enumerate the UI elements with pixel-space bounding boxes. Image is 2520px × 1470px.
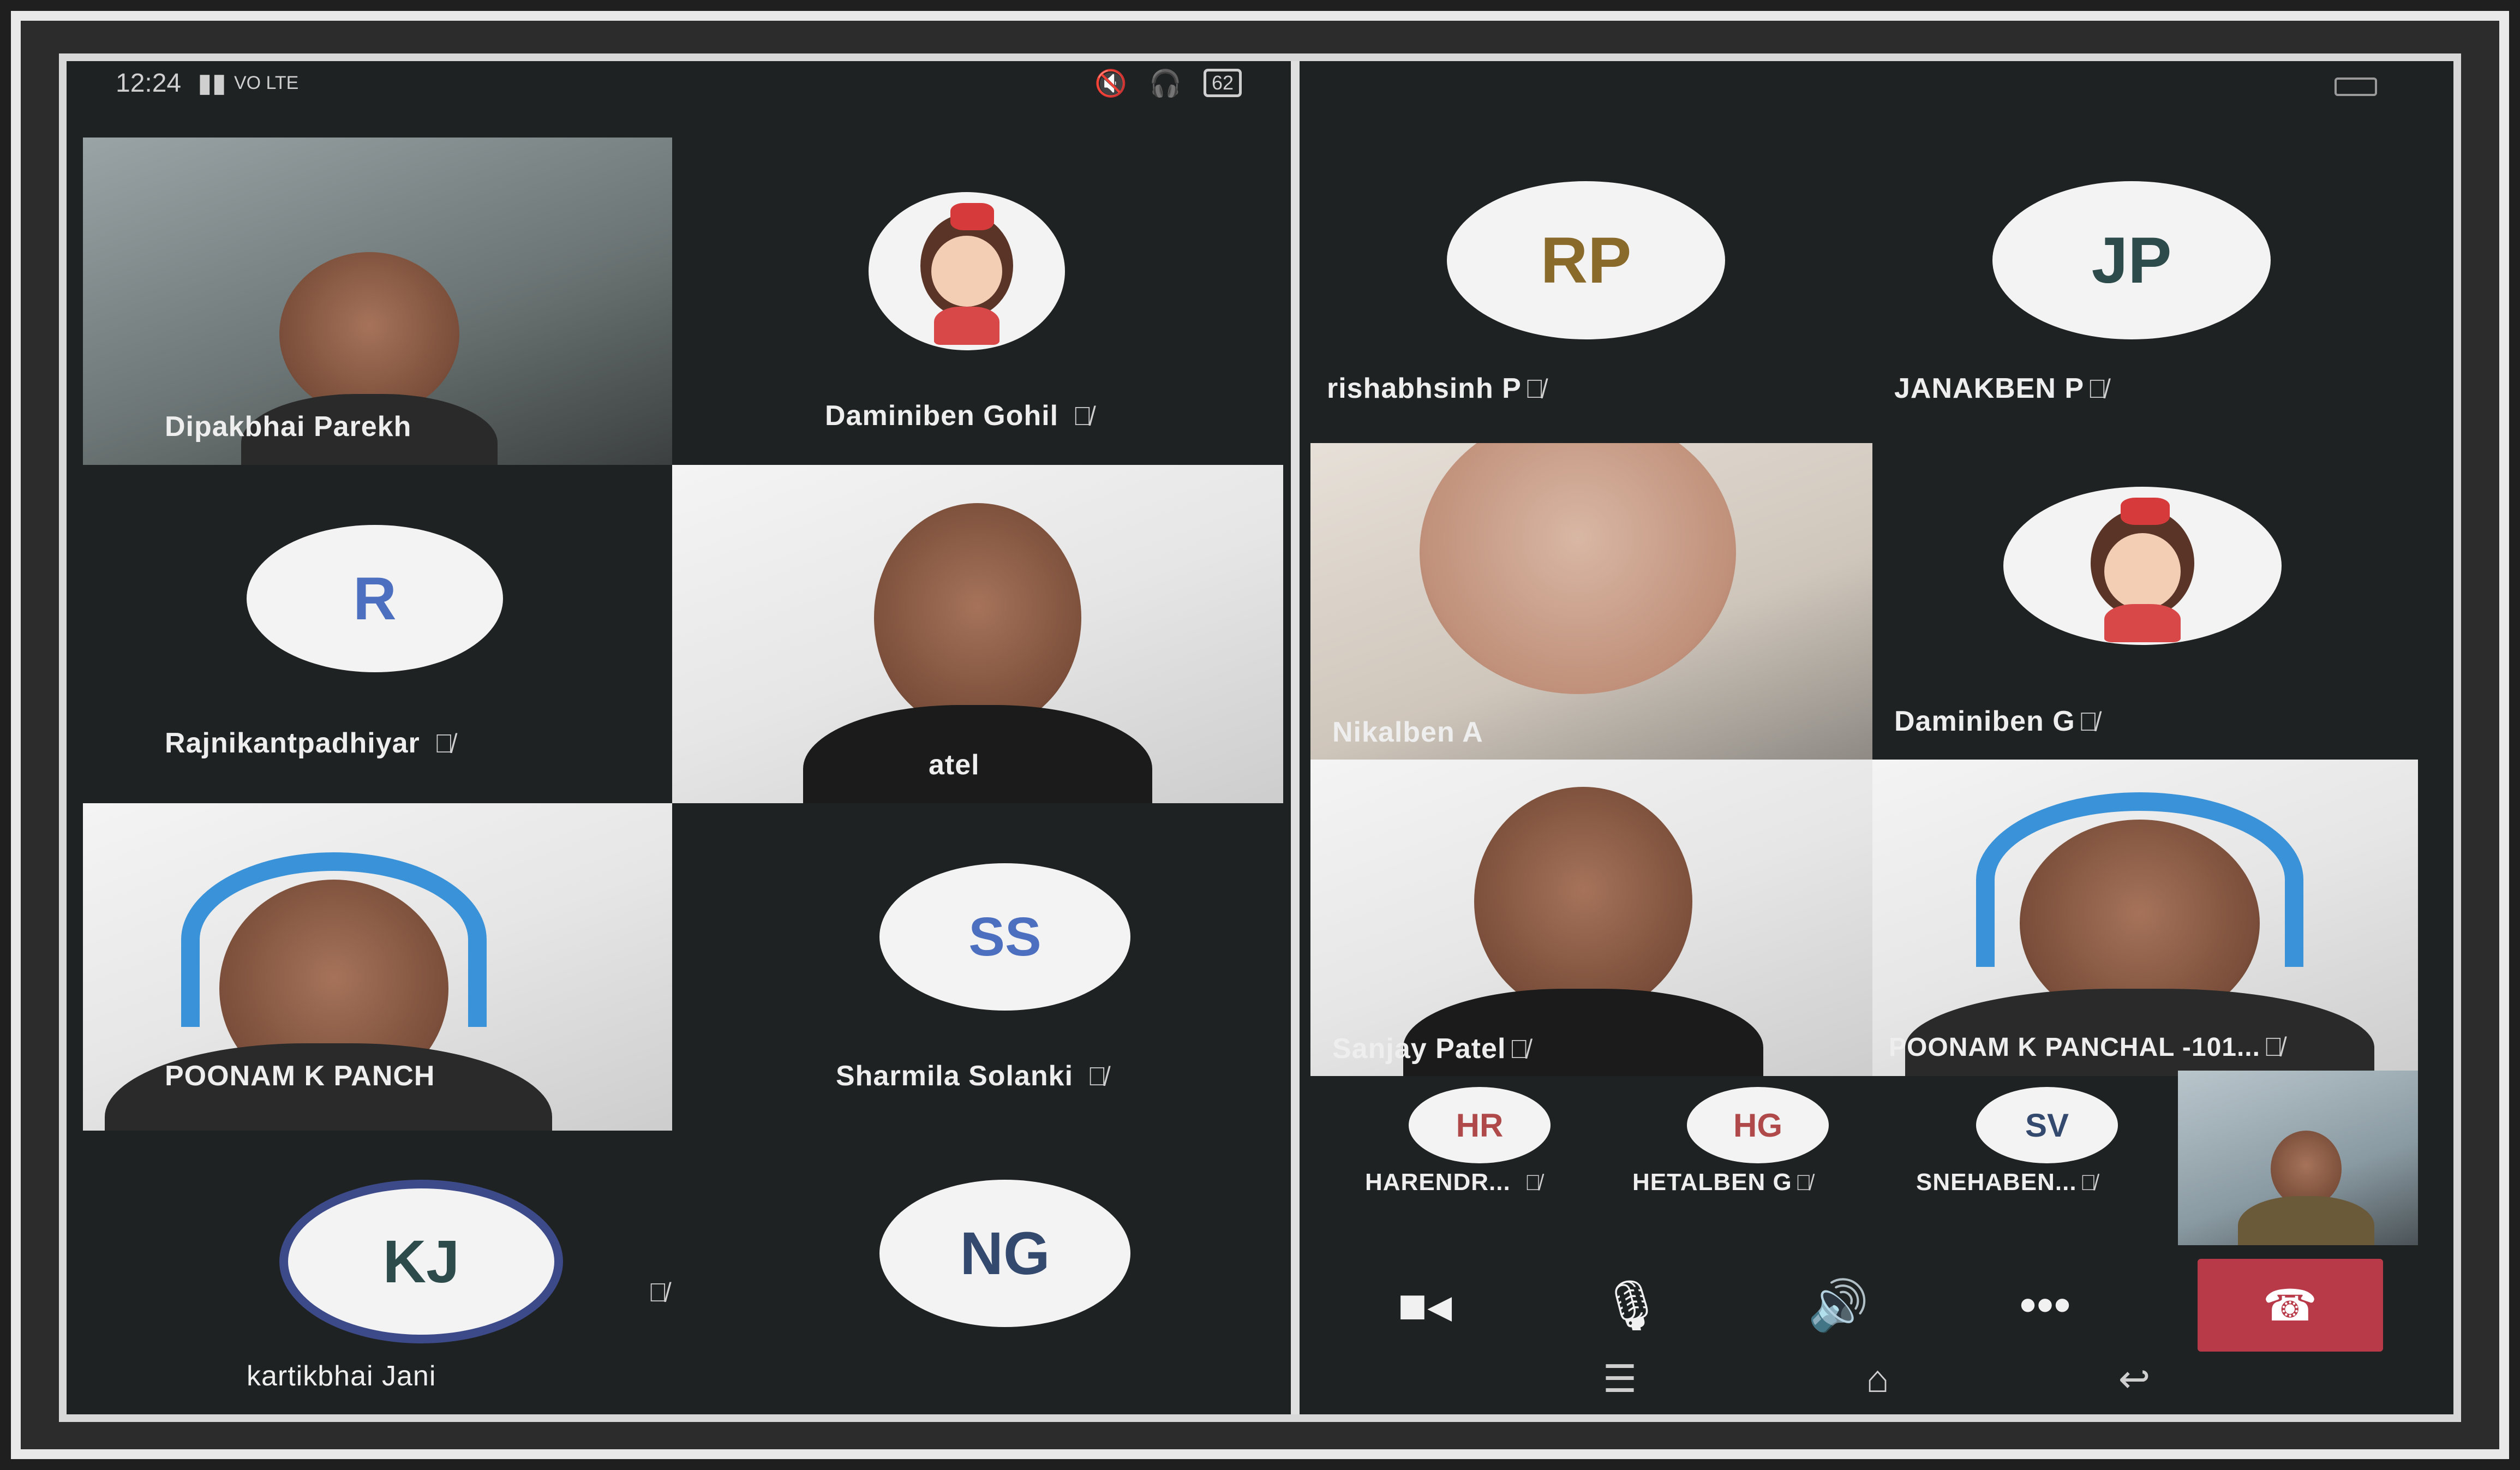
back-icon[interactable]: ↩ [2118,1357,2151,1401]
cartoon-avatar [2003,487,2282,645]
participant-name: Rajnikantpadhiyar 🎙̸ [165,727,454,759]
right-call-panel: RP rishabhsinh P 🎙̸ JP JANAKBEN P 🎙̸ Nikal… [1300,61,2453,1414]
screen-area: 12:24 ▮▮ VO LTE 🔇 🎧 62 Dipakbhai Parekh [59,53,2461,1422]
mic-off-icon: 🎙̸ [2087,375,2108,404]
participant-name: POONAM K PANCHAL -101... 🎙̸ [1889,1033,2284,1062]
mic-off-icon: 🎙̸ [648,1278,668,1307]
participant-face [2271,1131,2342,1207]
initials-avatar: HR [1409,1087,1551,1163]
participant-face [874,503,1081,732]
initials-avatar: HG [1687,1087,1829,1163]
avatar-dress [2104,604,2181,642]
mic-off-icon: 🎙̸ [1087,1062,1108,1091]
mic-off-icon: 🎙̸ [434,730,454,758]
video-tile-poonam[interactable]: POONAM K PANCH [83,803,672,1131]
participant-name: JANAKBEN P 🎙̸ [1894,373,2108,404]
mic-off-icon: 🎙̸ [2080,1171,2097,1195]
participant-face [279,252,459,416]
avatar-tile-daminiben-g[interactable]: Daminiben G 🎙̸ [1872,443,2418,760]
initials-avatar: JP [1992,181,2271,339]
participant-face [1474,787,1692,1016]
avatar-tile-ng[interactable]: NG [672,1131,1283,1414]
video-tile-sanjay[interactable]: Sanjay Patel 🎙̸ [1310,760,1872,1076]
participant-name: HARENDR... 🎙̸ [1365,1169,1542,1196]
mute-status-icon: 🔇 [1094,69,1128,98]
avatar-face [2104,533,2181,609]
mic-off-icon: 🎙̸ [2263,1033,2284,1062]
initials-avatar: SS [879,863,1130,1011]
status-time: 12:24 [116,68,182,98]
headphones-icon: 🎧 [1149,69,1182,98]
mic-off-icon: 🎙̸ [1073,402,1093,431]
participant-name: HETALBEN G 🎙̸ [1632,1169,1812,1196]
avatar-dress [934,307,999,345]
mic-off-icon: 🎙̸ [1509,1035,1530,1064]
strip-item-hetalben[interactable]: HG HETALBEN G 🎙̸ [1632,1087,1894,1202]
participant-name: Sanjay Patel 🎙̸ [1332,1033,1530,1065]
initials-avatar-active-speaker: KJ [279,1180,563,1343]
participant-name: POONAM K PANCH [165,1060,435,1092]
initials-avatar: R [247,525,503,672]
strip-item-harendr[interactable]: HR HARENDR... 🎙̸ [1343,1087,1605,1202]
participant-name: Sharmila Solanki 🎙̸ [836,1060,1108,1092]
video-tile-patel[interactable]: atel [672,465,1283,803]
strip-item-snehaben[interactable]: SV SNEHABEN... 🎙̸ [1916,1087,2172,1202]
microphone-icon[interactable]: 🎙 [1577,1264,1686,1346]
participant-name: rishabhsinh P 🎙̸ [1327,373,1545,404]
camera-icon[interactable]: ■◂ [1370,1264,1480,1346]
cartoon-avatar [869,192,1065,350]
battery-indicator-small [2335,77,2377,96]
initials-avatar: SV [1976,1087,2118,1163]
avatar-tile-kartikbhai[interactable]: KJ kartikbhai Jani 🎙̸ [83,1131,672,1414]
avatar-tile-daminiben[interactable]: Daminiben Gohil 🎙̸ [672,138,1283,465]
participant-strip: HR HARENDR... 🎙̸ HG HETALBEN G 🎙̸ SV SNEHA… [1310,1087,2172,1202]
avatar-tile-sharmila[interactable]: SS Sharmila Solanki 🎙̸ [672,803,1283,1131]
home-icon[interactable]: ⌂ [1866,1357,1889,1401]
participant-name: Daminiben G 🎙̸ [1894,706,2099,737]
more-icon[interactable]: ••• [1991,1264,2100,1346]
initials-avatar: RP [1447,181,1725,339]
signal-icon: ▮▮ [197,69,226,98]
avatar-tile-rajnikant[interactable]: R Rajnikantpadhiyar 🎙̸ [83,465,672,803]
speaker-icon[interactable]: 🔊 [1784,1264,1893,1346]
left-call-panel: 12:24 ▮▮ VO LTE 🔇 🎧 62 Dipakbhai Parekh [67,61,1300,1414]
mic-off-icon: 🎙̸ [1795,1171,1812,1195]
video-tile-poonam-panchal[interactable]: POONAM K PANCHAL -101... 🎙̸ [1872,760,2418,1076]
hang-up-icon[interactable]: ☎ [2197,1259,2383,1352]
recents-icon[interactable]: ☰ [1603,1357,1637,1401]
participant-name: Nikalben A [1332,716,1483,748]
participant-face [1420,443,1736,694]
network-label: VO LTE [234,72,299,93]
avatar-tile-rishabhsinh[interactable]: RP rishabhsinh P 🎙̸ [1310,116,1872,443]
avatar-face [931,236,1002,307]
video-tile-dipakbhai[interactable]: Dipakbhai Parekh [83,138,672,465]
participant-name: SNEHABEN... 🎙̸ [1916,1169,2097,1196]
avatar-bow [950,203,994,230]
mic-off-icon: 🎙̸ [2078,708,2099,737]
participant-name: kartikbhai Jani [247,1360,436,1392]
status-bar: 12:24 ▮▮ VO LTE 🔇 🎧 62 [67,61,1291,105]
participant-name: atel [929,749,980,781]
navigation-bar: ☰ ⌂ ↩ [1300,1343,2453,1414]
mic-off-icon: 🎙̸ [1524,1171,1542,1195]
battery-indicator: 62 [1203,69,1242,97]
photo-frame: 12:24 ▮▮ VO LTE 🔇 🎧 62 Dipakbhai Parekh [11,11,2509,1459]
initials-avatar: NG [879,1180,1130,1327]
video-tile-nikalben[interactable]: Nikalben A [1310,443,1872,760]
mic-off-icon: 🎙̸ [1524,375,1545,404]
participant-name: Dipakbhai Parekh [165,411,412,443]
participant-body [2238,1196,2374,1245]
call-controls: ■◂ 🎙 🔊 ••• ☎ [1300,1256,2453,1354]
avatar-bow [2121,498,2170,525]
self-view-video[interactable] [2178,1071,2418,1245]
participant-name: Daminiben Gohil 🎙̸ [825,400,1093,432]
avatar-tile-janakben[interactable]: JP JANAKBEN P 🎙̸ [1872,116,2418,443]
